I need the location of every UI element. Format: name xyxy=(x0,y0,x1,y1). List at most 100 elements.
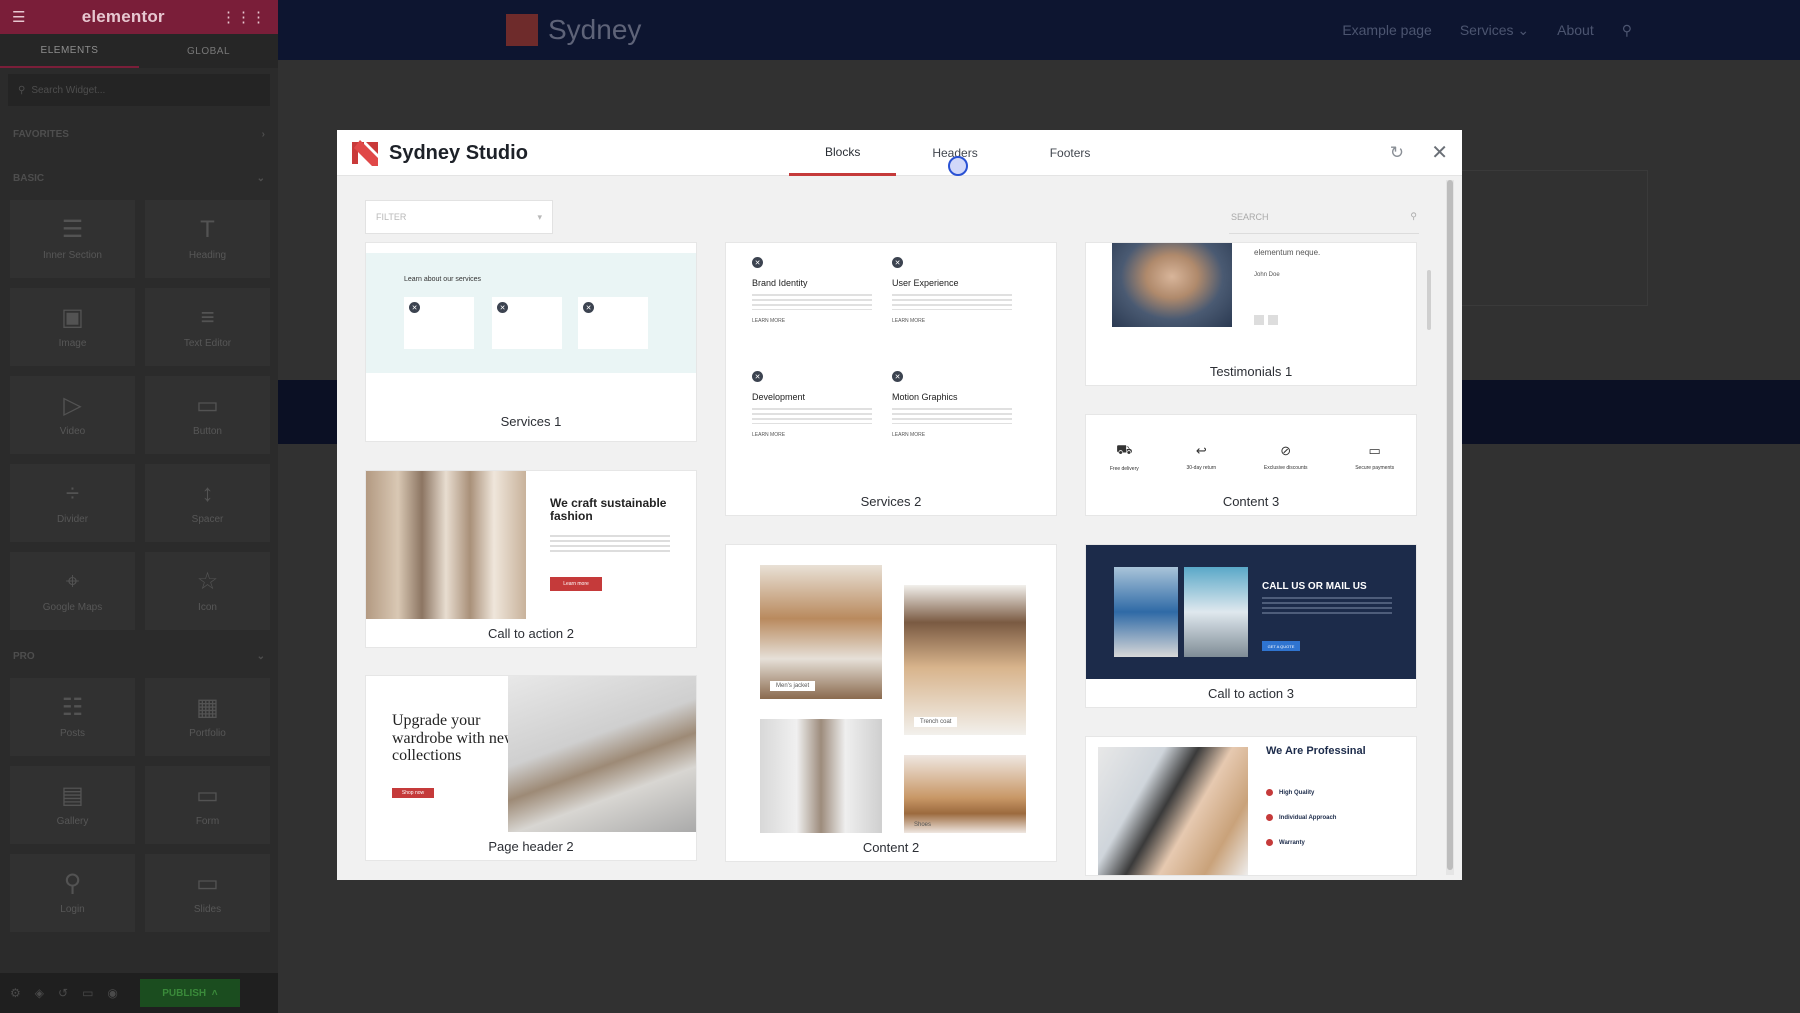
map-icon: ⌖ xyxy=(65,567,80,595)
modal-scrollbar[interactable] xyxy=(1446,180,1454,875)
block-label: Page header 2 xyxy=(366,832,696,860)
settings-icon[interactable]: ⚙ xyxy=(10,986,21,1000)
widget-heading[interactable]: T Heading xyxy=(145,200,270,278)
layers-icon[interactable]: ◈ xyxy=(35,986,44,1000)
block-card-cta-2[interactable]: We craft sustainable fashion Learn more … xyxy=(365,470,697,648)
nav-item-example-page[interactable]: Example page xyxy=(1342,22,1432,39)
panel-tabs: ELEMENTS GLOBAL xyxy=(0,34,278,68)
mouse-cursor xyxy=(948,156,968,176)
modal-header: Sydney Studio Blocks Headers Footers ↻ ✕ xyxy=(337,130,1462,176)
panel-header: ☰ elementor ⋮⋮⋮ xyxy=(0,0,278,34)
responsive-icon[interactable]: ▭ xyxy=(82,986,93,1000)
service-link: LEARN MORE xyxy=(892,318,926,324)
thumb-feature: ⊘ Exclusive discounts xyxy=(1264,443,1308,471)
widget-image[interactable]: ▣ Image xyxy=(10,288,135,366)
widget-divider[interactable]: ÷ Divider xyxy=(10,464,135,542)
thumb-point: Warranty xyxy=(1266,839,1406,846)
service-icon: ✕ xyxy=(583,302,594,313)
search-icon[interactable]: ⚲ xyxy=(1622,22,1632,39)
block-card-content-3[interactable]: ⛟ Free delivery ↩ 30-day return ⊘ Exclusive d… xyxy=(1085,414,1417,516)
inner-section-icon: ☰ xyxy=(61,215,84,243)
widget-search-placeholder: Search Widget... xyxy=(31,84,106,96)
thumb-service-item: ✕ User Experience LEARN MORE xyxy=(892,257,1032,353)
text-editor-icon: ≡ xyxy=(200,303,215,331)
widget-button[interactable]: ▭ Button xyxy=(145,376,270,454)
sydney-logo-icon xyxy=(506,14,538,46)
widget-posts[interactable]: ☷ Posts xyxy=(10,678,135,756)
card-icon: ▭ xyxy=(1368,443,1381,458)
block-card-cta-3[interactable]: CALL US OR MAIL US GET A QUOTE Call to a… xyxy=(1085,544,1417,708)
nav-item-about[interactable]: About xyxy=(1557,22,1594,39)
close-icon[interactable]: ✕ xyxy=(1431,140,1448,165)
preview-icon[interactable]: ◉ xyxy=(107,986,117,1000)
category-pro[interactable]: PRO ⌄ xyxy=(0,634,278,678)
site-logo[interactable]: Sydney xyxy=(506,14,641,46)
thumbnail: We craft sustainable fashion Learn more xyxy=(366,471,696,619)
scrollbar-thumb[interactable] xyxy=(1447,180,1453,870)
truck-icon: ⛟ xyxy=(1116,442,1133,457)
form-icon: ▭ xyxy=(196,781,219,809)
thumb-text xyxy=(550,535,670,555)
tab-elements[interactable]: ELEMENTS xyxy=(0,34,139,68)
service-link: LEARN MORE xyxy=(892,432,926,438)
search-icon: ⚲ xyxy=(1410,211,1417,221)
thumb-button: Shop now xyxy=(392,788,434,798)
prev-arrow xyxy=(1254,315,1264,325)
widget-google-maps[interactable]: ⌖ Google Maps xyxy=(10,552,135,630)
hamburger-icon[interactable]: ☰ xyxy=(12,8,25,26)
block-label: Content 3 xyxy=(1086,487,1416,515)
block-card-services-2[interactable]: ✕ Brand Identity LEARN MORE ✕ User Experienc… xyxy=(725,242,1057,516)
point-label: Individual Approach xyxy=(1279,814,1337,821)
block-card-testimonials-1[interactable]: elementum neque. John Doe Testimonials 1 xyxy=(1085,242,1417,386)
block-search-input[interactable]: SEARCH ⚲ xyxy=(1229,200,1419,234)
widget-label: Gallery xyxy=(56,815,89,827)
refresh-icon[interactable]: ↻ xyxy=(1390,143,1404,163)
widget-portfolio[interactable]: ▦ Portfolio xyxy=(145,678,270,756)
widget-spacer[interactable]: ↕ Spacer xyxy=(145,464,270,542)
widget-label: Login xyxy=(60,903,85,915)
thumb-heading: We craft sustainable fashion xyxy=(550,496,667,523)
star-icon: ☆ xyxy=(196,567,219,595)
widget-gallery[interactable]: ▤ Gallery xyxy=(10,766,135,844)
tab-footers[interactable]: Footers xyxy=(1014,130,1127,176)
widget-icon[interactable]: ☆ Icon xyxy=(145,552,270,630)
slides-icon: ▭ xyxy=(196,869,219,897)
category-basic[interactable]: BASIC ⌄ xyxy=(0,156,278,200)
category-favorites[interactable]: FAVORITES › xyxy=(0,112,278,156)
widget-video[interactable]: ▷ Video xyxy=(10,376,135,454)
tab-blocks[interactable]: Blocks xyxy=(789,130,897,176)
site-brand: Sydney xyxy=(548,14,642,45)
widget-inner-section[interactable]: ☰ Inner Section xyxy=(10,200,135,278)
check-icon xyxy=(1266,789,1273,796)
widget-slides[interactable]: ▭ Slides xyxy=(145,854,270,932)
thumb-heading: We Are Professinal xyxy=(1266,745,1366,757)
panel-footer: ⚙ ◈ ↺ ▭ ◉ PUBLISH ˄ xyxy=(0,973,278,1013)
block-card-professional[interactable]: We Are Professinal High Quality Individua… xyxy=(1085,736,1417,876)
spacer-icon: ↕ xyxy=(201,479,214,507)
block-label: Content 2 xyxy=(726,833,1056,861)
block-card-page-header-2[interactable]: Upgrade your wardrobe with new collectio… xyxy=(365,675,697,861)
grid-icon[interactable]: ⋮⋮⋮ xyxy=(221,8,266,26)
widget-label: Video xyxy=(59,425,86,437)
portfolio-icon: ▦ xyxy=(196,693,219,721)
nav-item-services[interactable]: Services ⌄ xyxy=(1460,22,1529,39)
caption: Men's jacket xyxy=(770,680,816,691)
widget-label: Icon xyxy=(198,601,217,613)
thumbnail: Upgrade your wardrobe with new collectio… xyxy=(366,676,696,834)
widget-text-editor[interactable]: ≡ Text Editor xyxy=(145,288,270,366)
tab-global[interactable]: GLOBAL xyxy=(139,34,278,68)
publish-button[interactable]: PUBLISH ˄ xyxy=(139,979,240,1007)
widget-login[interactable]: ⚲ Login xyxy=(10,854,135,932)
history-icon[interactable]: ↺ xyxy=(58,986,68,1000)
boots-image: Shoes xyxy=(904,755,1026,833)
block-card-content-2[interactable]: Men's jacket Trench coat Shoes Content 2 xyxy=(725,544,1057,862)
widget-form[interactable]: ▭ Form xyxy=(145,766,270,844)
feature-label: Exclusive discounts xyxy=(1263,465,1308,471)
widget-search[interactable]: ⚲ Search Widget... xyxy=(8,74,270,106)
service-text xyxy=(892,408,1012,424)
login-icon: ⚲ xyxy=(63,869,82,897)
category-label: PRO xyxy=(13,650,35,662)
inner-scrollbar-thumb[interactable] xyxy=(1427,270,1431,330)
block-card-services-1[interactable]: Learn about our services ✕ ✕ ✕ Services … xyxy=(365,242,697,442)
filter-select[interactable]: FILTER ▾ xyxy=(365,200,553,234)
